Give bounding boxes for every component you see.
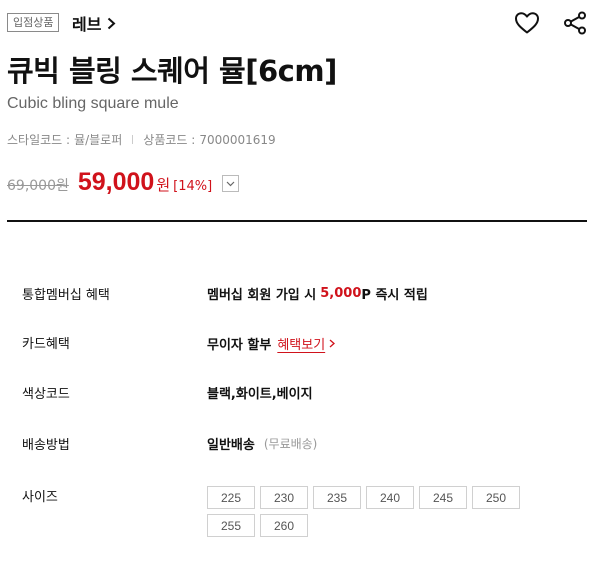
shipping-value: 일반배송 (무료배송) xyxy=(207,434,317,453)
shipping-method: 일반배송 xyxy=(207,438,255,453)
size-option[interactable]: 240 xyxy=(366,486,414,509)
product-subtitle: Cubic bling square mule xyxy=(7,95,179,112)
product-title: 큐빅 블링 스퀘어 뮬[6cm] xyxy=(7,54,337,88)
size-option[interactable]: 250 xyxy=(472,486,520,509)
product-header: 입점상품 레브 xyxy=(7,10,589,36)
section-divider xyxy=(7,220,587,222)
divider xyxy=(132,135,134,144)
membership-value: 멤버십 회원 가입 시 5,000 P 즉시 적립 xyxy=(207,284,428,303)
sale-price: 59,000 xyxy=(77,168,155,196)
card-installment: 무이자 할부 xyxy=(207,338,272,353)
color-label: 색상코드 xyxy=(22,387,70,402)
size-option[interactable]: 260 xyxy=(260,514,308,537)
brand-name: 레브 xyxy=(72,15,102,34)
style-code-value: 뮬/블로퍼 xyxy=(74,133,123,147)
shipping-note: (무료배송) xyxy=(263,437,318,451)
membership-text-post: P 즉시 적립 xyxy=(361,288,428,303)
product-code-value: 7000001619 xyxy=(199,132,276,147)
chevron-right-icon xyxy=(329,339,336,348)
card-benefit-value: 무이자 할부 혜택보기 xyxy=(207,334,336,353)
membership-label: 통합멤버십 혜택 xyxy=(22,288,110,303)
card-benefit-label: 카드혜택 xyxy=(22,337,70,352)
original-price: 69,000원 xyxy=(7,178,69,194)
size-option[interactable]: 235 xyxy=(313,486,361,509)
price-detail-toggle[interactable] xyxy=(222,175,240,192)
price-row: 69,000원 59,000 원 [14%] xyxy=(7,168,240,197)
size-option[interactable]: 225 xyxy=(207,486,255,509)
style-code-label: 스타일코드 : xyxy=(7,133,71,147)
header-actions xyxy=(513,10,589,36)
size-option[interactable]: 255 xyxy=(207,514,255,537)
benefit-view-label: 혜택보기 xyxy=(277,338,326,353)
store-badge: 입점상품 xyxy=(7,13,60,32)
benefit-view-link[interactable]: 혜택보기 xyxy=(277,334,336,353)
membership-text: 멤버십 회원 가입 시 xyxy=(207,288,317,303)
product-codes: 스타일코드 : 뮬/블로퍼 상품코드 : 7000001619 xyxy=(7,131,276,148)
membership-points: 5,000 xyxy=(320,286,362,301)
chevron-down-icon xyxy=(226,181,235,186)
brand-link[interactable]: 레브 xyxy=(72,11,116,35)
size-option[interactable]: 230 xyxy=(260,486,308,509)
color-value: 블랙,화이트,베이지 xyxy=(207,387,313,402)
discount-rate: [14%] xyxy=(173,179,213,194)
size-label: 사이즈 xyxy=(22,490,58,505)
heart-icon[interactable] xyxy=(513,10,541,36)
size-option[interactable]: 245 xyxy=(419,486,467,509)
product-code-label: 상품코드 : xyxy=(143,133,196,147)
share-icon[interactable] xyxy=(561,10,589,36)
chevron-right-icon xyxy=(107,17,116,30)
size-options: 225 230 235 240 245 250 255 260 xyxy=(207,486,527,537)
shipping-label: 배송방법 xyxy=(22,438,70,453)
currency-unit: 원 xyxy=(156,176,171,194)
